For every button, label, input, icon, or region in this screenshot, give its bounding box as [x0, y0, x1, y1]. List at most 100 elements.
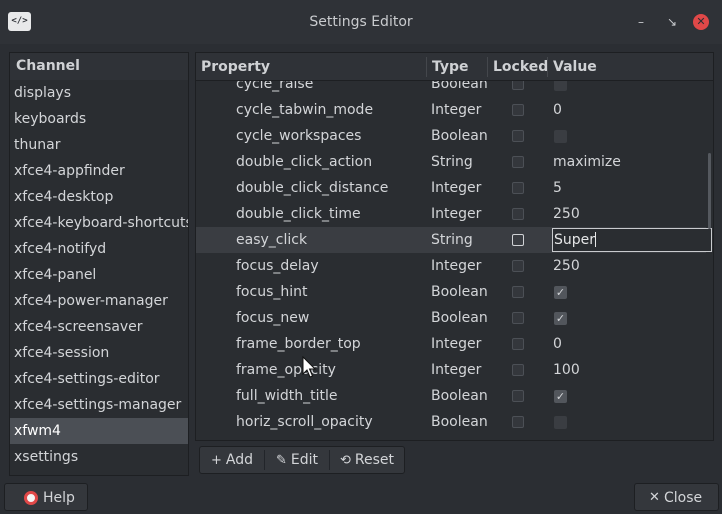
table-row[interactable]: double_click_time Integer 250 — [196, 201, 706, 227]
property-value[interactable]: 5 — [553, 175, 562, 201]
table-row[interactable]: inactive_opacity Integer 100 — [196, 435, 706, 440]
minimize-icon[interactable]: – — [633, 14, 649, 30]
property-type: Integer — [431, 102, 482, 118]
locked-checkbox[interactable] — [512, 286, 524, 298]
table-row[interactable]: focus_new Boolean ✓ — [196, 305, 706, 331]
property-name: double_click_distance — [236, 180, 389, 196]
table-row[interactable]: frame_opacity Integer 100 — [196, 357, 706, 383]
table-row[interactable]: cycle_workspaces Boolean — [196, 123, 706, 149]
add-label: Add — [225, 452, 254, 468]
channel-column-header[interactable]: Channel — [10, 53, 188, 80]
channel-item-xfce4-screensaver[interactable]: xfce4-screensaver — [10, 314, 188, 340]
table-row[interactable]: cycle_tabwin_mode Integer 0 — [196, 97, 706, 123]
channel-item-keyboards[interactable]: keyboards — [10, 106, 188, 132]
property-name: focus_hint — [236, 284, 308, 300]
property-type: String — [431, 154, 473, 170]
table-row[interactable]: frame_border_top Integer 0 — [196, 331, 706, 357]
locked-checkbox[interactable] — [512, 130, 524, 142]
channel-item-xfce4-desktop[interactable]: xfce4-desktop — [10, 184, 188, 210]
property-table-header: Property Type Locked Value — [196, 53, 713, 81]
close-label: Close — [664, 490, 703, 506]
property-name: focus_new — [236, 310, 310, 326]
property-value[interactable]: 0 — [553, 97, 562, 123]
channel-item-xfce4-power-manager[interactable]: xfce4-power-manager — [10, 288, 188, 314]
table-row[interactable]: easy_click String Super — [196, 227, 712, 253]
property-type: Integer — [431, 258, 482, 274]
channel-item-xfce4-session[interactable]: xfce4-session — [10, 340, 188, 366]
window-title: Settings Editor — [309, 14, 413, 30]
edit-button[interactable]: ✎ Edit — [276, 447, 318, 473]
value-checkbox-checked[interactable]: ✓ — [554, 286, 567, 299]
property-value[interactable]: 250 — [553, 253, 580, 279]
property-name: focus_delay — [236, 258, 319, 274]
channel-item-xfce4-settings-manager[interactable]: xfce4-settings-manager — [10, 392, 188, 418]
value-edit-input[interactable]: Super — [552, 228, 712, 252]
edit-label: Edit — [290, 452, 319, 468]
close-window-icon[interactable]: ✕ — [693, 14, 709, 30]
property-value[interactable]: 0 — [553, 331, 562, 357]
property-name: frame_border_top — [236, 336, 361, 352]
property-toolbar: + Add ✎ Edit ⟲ Reset — [199, 446, 405, 474]
channel-item-xsettings[interactable]: xsettings — [10, 444, 188, 470]
channel-item-xfce4-settings-editor[interactable]: xfce4-settings-editor — [10, 366, 188, 392]
property-name: inactive_opacity — [236, 435, 350, 440]
title-bar[interactable]: </> Settings Editor – ↘ ✕ — [0, 0, 722, 44]
locked-checkbox[interactable] — [512, 208, 524, 220]
property-name: double_click_action — [236, 154, 373, 170]
help-button[interactable]: Help — [4, 483, 88, 511]
channel-item-thunar[interactable]: thunar — [10, 132, 188, 158]
value-checkbox-checked[interactable]: ✓ — [554, 312, 567, 325]
property-type: Boolean — [431, 414, 488, 430]
locked-checkbox[interactable] — [512, 182, 524, 194]
property-name: cycle_workspaces — [236, 128, 362, 144]
channel-item-displays[interactable]: displays — [10, 80, 188, 106]
table-row[interactable]: focus_delay Integer 250 — [196, 253, 706, 279]
value-checkbox-unchecked[interactable] — [554, 130, 567, 143]
locked-checkbox[interactable] — [512, 104, 524, 116]
property-table[interactable]: Property Type Locked Value cycle_raise Bo… — [195, 52, 714, 441]
property-type: Boolean — [431, 388, 488, 404]
property-value[interactable]: 250 — [553, 201, 580, 227]
channel-item-xfce4-panel[interactable]: xfce4-panel — [10, 262, 188, 288]
close-icon: ✕ — [649, 490, 660, 505]
table-row[interactable]: horiz_scroll_opacity Boolean — [196, 409, 706, 435]
property-value[interactable]: 100 — [553, 435, 580, 440]
vertical-scrollbar[interactable] — [708, 153, 711, 229]
locked-checkbox[interactable] — [512, 390, 524, 402]
channel-list[interactable]: Channel displays keyboards thunar xfce4-app… — [9, 52, 189, 476]
value-checkbox-checked[interactable]: ✓ — [554, 390, 567, 403]
locked-checkbox[interactable] — [512, 156, 524, 168]
add-button[interactable]: + Add — [211, 447, 253, 473]
locked-checkbox[interactable] — [512, 364, 524, 376]
channel-item-xfce4-notifyd[interactable]: xfce4-notifyd — [10, 236, 188, 262]
property-type: String — [431, 232, 473, 248]
plus-icon: + — [211, 453, 222, 468]
header-locked[interactable]: Locked — [488, 53, 548, 81]
lifebuoy-icon — [24, 491, 38, 505]
reset-button[interactable]: ⟲ Reset — [340, 447, 394, 473]
header-type[interactable]: Type — [427, 53, 469, 81]
table-row[interactable]: double_click_distance Integer 5 — [196, 175, 706, 201]
property-value[interactable]: 100 — [553, 357, 580, 383]
table-row[interactable]: double_click_action String maximize — [196, 149, 706, 175]
table-row[interactable]: focus_hint Boolean ✓ — [196, 279, 706, 305]
header-value[interactable]: Value — [548, 53, 597, 81]
pencil-icon: ✎ — [276, 453, 287, 468]
property-type: Integer — [431, 362, 482, 378]
channel-item-xfce4-keyboard-shortcuts[interactable]: xfce4-keyboard-shortcuts — [10, 210, 188, 236]
locked-checkbox[interactable] — [512, 416, 524, 428]
property-value[interactable]: maximize — [553, 149, 621, 175]
locked-checkbox[interactable] — [512, 312, 524, 324]
value-checkbox-unchecked[interactable] — [554, 416, 567, 429]
channel-item-xfwm4[interactable]: xfwm4 — [10, 418, 188, 444]
locked-checkbox[interactable] — [512, 234, 524, 246]
maximize-icon[interactable]: ↘ — [664, 14, 680, 30]
channel-item-xfce4-appfinder[interactable]: xfce4-appfinder — [10, 158, 188, 184]
locked-checkbox[interactable] — [512, 338, 524, 350]
close-button[interactable]: ✕ Close — [634, 483, 719, 511]
header-property[interactable]: Property — [196, 53, 270, 81]
toolbar-separator — [264, 450, 265, 470]
table-row[interactable]: full_width_title Boolean ✓ — [196, 383, 706, 409]
locked-checkbox[interactable] — [512, 260, 524, 272]
property-type: Boolean — [431, 128, 488, 144]
